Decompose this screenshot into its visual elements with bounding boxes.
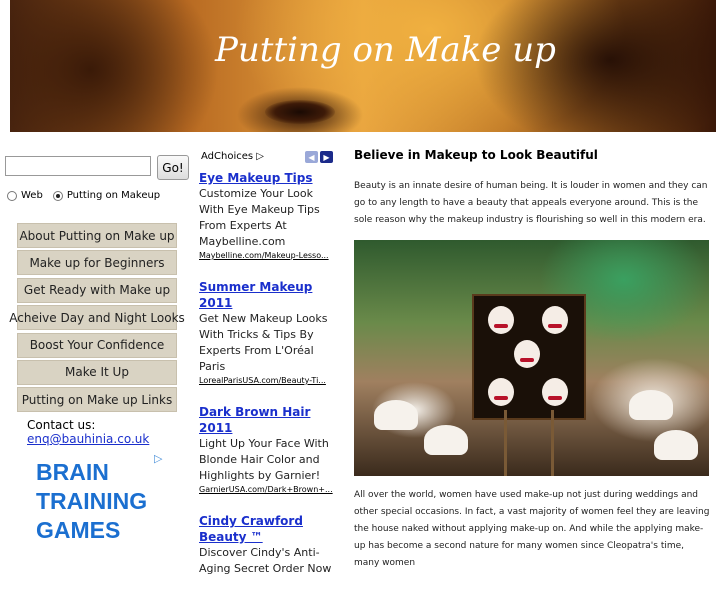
brain-training-ad[interactable]: BRAIN TRAINING GAMES ▷ xyxy=(22,452,172,545)
ad-url-link[interactable]: LorealParisUSA.com/Beauty-Ti... xyxy=(199,375,336,387)
ad-url-link[interactable]: Maybelline.com/Makeup-Lesso... xyxy=(199,250,336,262)
ad-title-link[interactable]: Cindy Crawford Beauty ™ xyxy=(199,513,336,545)
ad-title-link[interactable]: Dark Brown Hair 2011 xyxy=(199,404,336,436)
nav-item-links[interactable]: Putting on Make up Links xyxy=(17,387,177,413)
ad-item: Eye Makeup Tips Customize Your Look With… xyxy=(199,170,336,262)
nav-item-day-night[interactable]: Acheive Day and Night Looks xyxy=(9,305,185,331)
ad-description: Discover Cindy's Anti-Aging Secret Order… xyxy=(199,546,332,575)
radio-site[interactable] xyxy=(52,190,63,201)
photo-face xyxy=(488,306,514,334)
contact-email-link[interactable]: enq@bauhinia.co.uk xyxy=(27,432,149,446)
ad-item: Dark Brown Hair 2011 Light Up Your Face … xyxy=(199,404,336,496)
adchoices-text: AdChoices xyxy=(201,151,254,162)
main-content: Believe in Makeup to Look Beautiful Beau… xyxy=(354,148,711,229)
ad-column: Eye Makeup Tips Customize Your Look With… xyxy=(199,170,336,594)
nav-item-beginners[interactable]: Make up for Beginners xyxy=(17,250,177,276)
photo-face xyxy=(542,378,568,406)
ad-pager: ◀ ▶ xyxy=(305,151,333,163)
ad-prev-icon[interactable]: ◀ xyxy=(305,151,318,163)
brain-ad-text: BRAIN TRAINING GAMES xyxy=(36,458,147,545)
ad-url-link[interactable]: GarnierUSA.com/Dark+Brown+... xyxy=(199,484,336,496)
photo-chair xyxy=(424,425,468,455)
ad-next-icon[interactable]: ▶ xyxy=(320,151,333,163)
nav-item-get-ready[interactable]: Get Ready with Make up xyxy=(17,277,177,303)
contact-block: Contact us: enq@bauhinia.co.uk xyxy=(27,418,149,446)
radio-web[interactable] xyxy=(7,190,17,201)
photo-face xyxy=(542,306,568,334)
radio-site-label: Putting on Makeup xyxy=(66,190,161,201)
ad-description: Get New Makeup Looks With Tricks & Tips … xyxy=(199,312,328,373)
article-body: All over the world, women have used make… xyxy=(354,490,710,568)
ad-title-link[interactable]: Summer Makeup 2011 xyxy=(199,279,336,311)
sidebar-nav: About Putting on Make up Make up for Beg… xyxy=(9,223,185,415)
nav-item-make-it-up[interactable]: Make It Up xyxy=(17,359,177,385)
ad-item: Summer Makeup 2011 Get New Makeup Looks … xyxy=(199,279,336,387)
ad-item: Cindy Crawford Beauty ™ Discover Cindy's… xyxy=(199,513,336,577)
photo-face xyxy=(514,340,540,368)
photo-easel-legs xyxy=(504,410,554,476)
header-banner: Putting on Make up xyxy=(10,0,716,132)
photo-face xyxy=(488,378,514,406)
photo-easel-board xyxy=(472,294,586,420)
ad-description: Light Up Your Face With Blonde Hair Colo… xyxy=(199,437,329,482)
article-title: Believe in Makeup to Look Beautiful xyxy=(354,148,598,162)
adchoices-label[interactable]: AdChoices ▷ xyxy=(201,151,264,162)
brain-ad-line: TRAINING xyxy=(36,488,148,514)
ad-description: Customize Your Look With Eye Makeup Tips… xyxy=(199,187,320,248)
brain-ad-line: GAMES xyxy=(36,517,121,543)
search-go-button[interactable]: Go! xyxy=(157,155,189,180)
article-photo xyxy=(354,240,709,476)
photo-chair xyxy=(629,390,673,420)
photo-chair xyxy=(374,400,418,430)
site-title: Putting on Make up xyxy=(215,30,556,70)
ad-title-link[interactable]: Eye Makeup Tips xyxy=(199,170,336,186)
search-scope: Web Putting on Makeup xyxy=(7,190,170,201)
article-body-container: All over the world, women have used make… xyxy=(354,487,711,572)
nav-item-confidence[interactable]: Boost Your Confidence xyxy=(17,332,177,358)
contact-label: Contact us: xyxy=(27,418,96,432)
article-intro: Beauty is an innate desire of human bein… xyxy=(354,181,708,225)
photo-chair xyxy=(654,430,698,460)
radio-web-label: Web xyxy=(21,190,43,201)
brain-ad-line: BRAIN xyxy=(36,459,109,485)
adchoices-icon[interactable]: ▷ xyxy=(154,452,162,465)
search-input[interactable] xyxy=(5,156,151,176)
nav-item-about[interactable]: About Putting on Make up xyxy=(17,223,177,248)
adchoices-icon: ▷ xyxy=(256,151,264,162)
banner-eye-graphic xyxy=(265,100,335,124)
